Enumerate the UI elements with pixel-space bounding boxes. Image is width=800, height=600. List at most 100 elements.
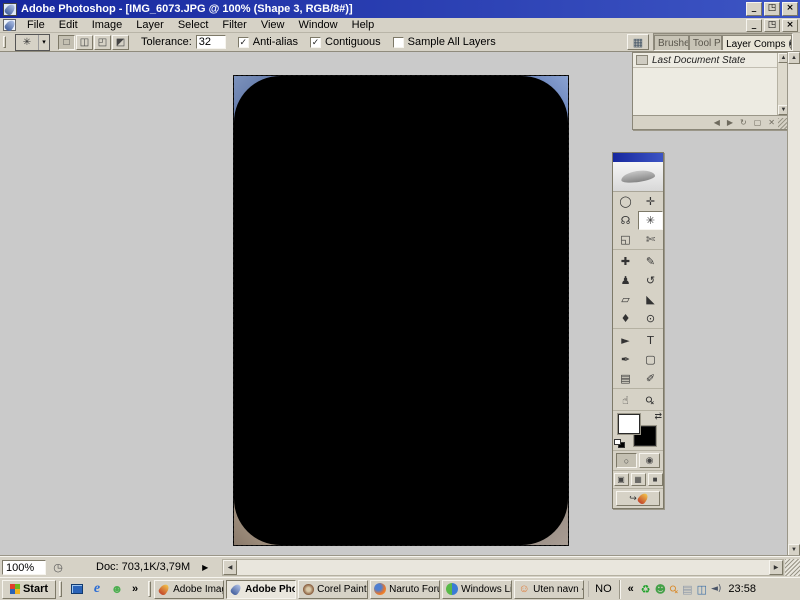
tool-magic-wand[interactable]: ✳ bbox=[638, 211, 663, 230]
menu-help[interactable]: Help bbox=[345, 18, 382, 32]
layer-comp-row[interactable]: Last Document State bbox=[633, 53, 777, 68]
volume-tray-icon[interactable]: ◄) bbox=[711, 584, 721, 594]
tool-pen[interactable]: ✒ bbox=[613, 350, 638, 369]
new-layer-comp-icon[interactable]: ▢ bbox=[754, 118, 762, 127]
menu-window[interactable]: Window bbox=[292, 18, 345, 32]
doc-minimize-button[interactable]: _ bbox=[746, 19, 762, 32]
doc-restore-button[interactable]: ◳ bbox=[764, 19, 780, 32]
tool-zoom[interactable]: ♀ bbox=[638, 391, 663, 410]
tool-shape[interactable]: ▢ bbox=[638, 350, 663, 369]
tool-move[interactable]: ✛ bbox=[638, 192, 663, 211]
tool-slice[interactable]: ✄ bbox=[638, 230, 663, 249]
options-bar-grip[interactable] bbox=[3, 36, 6, 49]
file-browser-button[interactable]: ▦ bbox=[627, 34, 649, 50]
tool-healing-brush[interactable]: ✚ bbox=[613, 252, 638, 271]
tool-marquee[interactable]: ◯ bbox=[613, 192, 638, 211]
task-windows-live[interactable]: Windows Liv... bbox=[442, 580, 512, 599]
restore-button[interactable]: ◳ bbox=[764, 2, 780, 16]
task-adobe-photoshop[interactable]: Adobe Pho... bbox=[226, 580, 296, 599]
toolbox-title-bar[interactable] bbox=[613, 153, 663, 162]
tool-gradient[interactable]: ◣ bbox=[638, 290, 663, 309]
tolerance-input[interactable] bbox=[196, 35, 226, 49]
menu-select[interactable]: Select bbox=[171, 18, 216, 32]
task-adobe-imageready[interactable]: Adobe Image... bbox=[154, 580, 224, 599]
standard-screen-button[interactable]: ▣ bbox=[614, 473, 629, 486]
tool-preset-picker[interactable]: ✳ ▾ bbox=[15, 34, 50, 51]
intersect-selection-button[interactable]: ◩ bbox=[112, 35, 129, 50]
add-to-selection-button[interactable]: ◫ bbox=[76, 35, 93, 50]
tool-blur[interactable]: ♦ bbox=[613, 309, 638, 328]
window-resize-grip[interactable] bbox=[785, 559, 800, 576]
layer-comp-apply-icon[interactable] bbox=[636, 55, 648, 65]
task-uten-navn[interactable]: ☺ Uten navn - ... bbox=[514, 580, 584, 599]
sample-all-layers-checkmark[interactable] bbox=[393, 37, 404, 48]
scroll-right-arrow[interactable]: ▶ bbox=[769, 560, 783, 575]
anti-alias-checkmark[interactable]: ✓ bbox=[238, 37, 249, 48]
quick-mask-mode-button[interactable]: ◉ bbox=[639, 453, 660, 468]
full-screen-menu-button[interactable]: ▦ bbox=[631, 473, 646, 486]
subtract-from-selection-button[interactable]: ◰ bbox=[94, 35, 111, 50]
tool-clone-stamp[interactable]: ♟ bbox=[613, 271, 638, 290]
tool-hand[interactable]: ☝ bbox=[613, 391, 638, 410]
default-colors-icon[interactable] bbox=[614, 439, 625, 448]
language-indicator[interactable]: NO bbox=[588, 581, 618, 597]
task-area-grip[interactable] bbox=[148, 581, 151, 596]
full-screen-button[interactable]: ■ bbox=[648, 473, 663, 486]
vertical-scrollbar[interactable]: ▲ ▼ bbox=[787, 52, 800, 556]
menu-edit[interactable]: Edit bbox=[52, 18, 85, 32]
task-corel-paint[interactable]: Corel Paint S... bbox=[298, 580, 368, 599]
update-layer-comp-icon[interactable]: ↻ bbox=[740, 118, 747, 127]
contiguous-checkmark[interactable]: ✓ bbox=[310, 37, 321, 48]
tab-brushes[interactable]: Brushes bbox=[654, 35, 689, 50]
zoom-level-field[interactable]: 100% bbox=[2, 560, 46, 575]
horizontal-scrollbar[interactable]: ◀ ▶ bbox=[222, 559, 784, 576]
tab-layer-comps[interactable]: Layer Comps ▶ bbox=[722, 35, 792, 50]
apply-next-icon[interactable]: ▶ bbox=[727, 118, 733, 127]
quick-launch-grip[interactable] bbox=[59, 581, 62, 596]
quick-launch-overflow-chevron[interactable]: » bbox=[129, 583, 141, 595]
doc-close-button[interactable]: × bbox=[782, 19, 798, 32]
task-naruto-forum[interactable]: Naruto Forum... bbox=[370, 580, 440, 599]
black-rounded-shape[interactable] bbox=[234, 76, 568, 545]
photoshop-logo[interactable] bbox=[613, 162, 663, 192]
tool-history-brush[interactable]: ↺ bbox=[638, 271, 663, 290]
tool-crop[interactable]: ◱ bbox=[613, 230, 638, 249]
delete-layer-comp-icon[interactable]: ✕ bbox=[768, 118, 775, 127]
tool-notes[interactable]: ▤ bbox=[613, 369, 638, 388]
status-menu-arrow[interactable]: ▶ bbox=[202, 563, 208, 572]
scroll-down-arrow[interactable]: ▼ bbox=[788, 544, 800, 556]
document-canvas[interactable] bbox=[233, 75, 569, 546]
foreground-color-swatch[interactable] bbox=[618, 414, 640, 434]
start-button[interactable]: Start bbox=[2, 580, 56, 599]
tool-brush[interactable]: ✎ bbox=[638, 252, 663, 271]
swap-colors-icon[interactable]: ⇄ bbox=[654, 411, 662, 422]
layer-comp-label[interactable]: Last Document State bbox=[652, 55, 745, 66]
tool-path-selection[interactable]: ► bbox=[613, 331, 638, 350]
minimize-button[interactable]: _ bbox=[746, 2, 762, 16]
scroll-left-arrow[interactable]: ◀ bbox=[223, 560, 237, 575]
tool-dodge[interactable]: ⊙ bbox=[638, 309, 663, 328]
tray-chevron[interactable]: « bbox=[625, 583, 637, 595]
tool-eraser[interactable]: ▱ bbox=[613, 290, 638, 309]
tool-lasso[interactable]: ☊ bbox=[613, 211, 638, 230]
internet-explorer-icon[interactable]: e bbox=[89, 581, 105, 597]
scroll-up-arrow[interactable]: ▲ bbox=[788, 52, 800, 64]
palette-menu-button[interactable]: ▶ bbox=[789, 39, 792, 49]
search-tray-icon[interactable]: ♀ bbox=[667, 582, 682, 597]
tool-eyedropper[interactable]: ✐ bbox=[638, 369, 663, 388]
network-tray-icon[interactable]: ◫ bbox=[697, 583, 707, 596]
removable-device-tray-icon[interactable]: ▤ bbox=[682, 583, 692, 596]
menu-file[interactable]: File bbox=[20, 18, 52, 32]
messenger-icon[interactable]: ☻ bbox=[109, 581, 125, 597]
close-button[interactable]: × bbox=[782, 2, 798, 16]
tab-tool-presets[interactable]: Tool Presets bbox=[689, 35, 722, 50]
edit-in-imageready-button[interactable]: ↪ bbox=[616, 491, 660, 506]
sample-all-layers-checkbox[interactable]: Sample All Layers bbox=[393, 36, 496, 48]
menu-filter[interactable]: Filter bbox=[215, 18, 253, 32]
preset-dropdown-arrow[interactable]: ▾ bbox=[38, 35, 49, 50]
show-desktop-icon[interactable] bbox=[69, 581, 85, 597]
menu-layer[interactable]: Layer bbox=[129, 18, 171, 32]
menu-image[interactable]: Image bbox=[85, 18, 130, 32]
standard-mode-button[interactable]: ○ bbox=[616, 453, 637, 468]
anti-alias-checkbox[interactable]: ✓ Anti-alias bbox=[238, 36, 298, 48]
